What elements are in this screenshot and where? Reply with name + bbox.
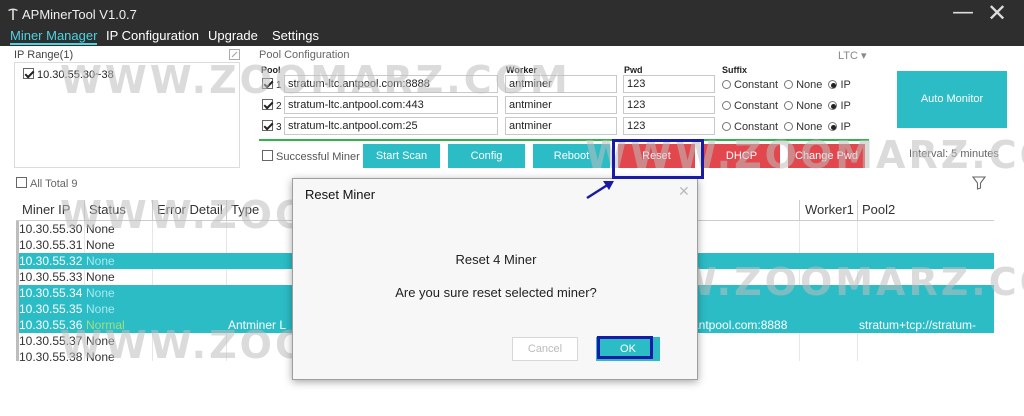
col-type[interactable]: Type [231, 200, 259, 220]
pool-config-label: Pool Configuration [259, 49, 350, 61]
pool-2-suffix: Constant None IP [722, 100, 851, 112]
close-window-button[interactable]: ✕ [980, 1, 1014, 27]
successful-miner-filter[interactable]: Successful Miner [262, 150, 360, 163]
suffix-header: Suffix [722, 65, 748, 75]
pool-3-suffix: Constant None IP [722, 121, 851, 133]
dialog-close-icon[interactable]: ✕ [678, 183, 690, 200]
interval-label: Interval: 5 minutes [909, 148, 999, 160]
pool-2-worker-input[interactable]: antminer [505, 96, 617, 114]
window-title: APMinerTool V1.0.7 [22, 7, 137, 22]
change-pwd-button[interactable]: Change Pwd [788, 144, 865, 168]
pool-1-checkbox[interactable] [262, 78, 273, 89]
menu-upgrade[interactable]: Upgrade [208, 28, 258, 45]
pool-2-pwd-input[interactable]: 123 [623, 96, 715, 114]
col-status[interactable]: Status [89, 200, 126, 220]
pool-3-checkbox[interactable] [262, 120, 273, 131]
pool-1-suffix-constant[interactable] [722, 80, 731, 89]
col-pool2[interactable]: Pool2 [862, 200, 895, 220]
row-indicator-bar [16, 221, 19, 361]
ip-range-label: IP Range(1) [14, 49, 74, 61]
dialog-title: Reset Miner [305, 187, 376, 202]
pool-1-url-input[interactable]: stratum-ltc.antpool.com:8888 [284, 75, 498, 93]
auto-monitor-button[interactable]: Auto Monitor [897, 71, 1007, 128]
edit-icon[interactable] [229, 49, 240, 60]
pool-3-suffix-none[interactable] [784, 122, 794, 131]
pool-3-url-input[interactable]: stratum-ltc.antpool.com:25 [284, 117, 498, 135]
pool-1-pwd-input[interactable]: 123 [623, 75, 715, 93]
pickaxe-icon [8, 8, 18, 20]
pool-3-worker-input[interactable]: antminer [505, 117, 617, 135]
menu-ip-configuration[interactable]: IP Configuration [106, 28, 199, 45]
progress-line [259, 139, 869, 141]
pool-3-pwd-input[interactable]: 123 [623, 117, 715, 135]
reboot-button[interactable]: Reboot [533, 144, 610, 168]
menu-settings[interactable]: Settings [272, 28, 319, 45]
reset-highlight-box [612, 139, 704, 179]
worker-header: Worker [506, 65, 537, 75]
pool-header: Pool [261, 65, 281, 75]
pool-1-suffix-ip[interactable] [828, 80, 838, 89]
ip-range-list: 10.30.55.30~38 [14, 62, 240, 168]
ip-range-item[interactable]: 10.30.55.30~38 [23, 68, 114, 81]
ok-highlight-box [597, 336, 653, 359]
pool-2-suffix-constant[interactable] [722, 101, 731, 110]
pool-2-checkbox[interactable] [262, 99, 273, 110]
successful-miner-checkbox[interactable] [262, 150, 273, 161]
select-all[interactable]: All Total 9 [16, 177, 78, 190]
pool-1-suffix: Constant None IP [722, 79, 851, 91]
pool-2-suffix-none[interactable] [784, 101, 794, 110]
start-scan-button[interactable]: Start Scan [363, 144, 440, 168]
pool-2-url-input[interactable]: stratum-ltc.antpool.com:443 [284, 96, 498, 114]
select-all-checkbox[interactable] [16, 177, 27, 188]
pool-1-worker-input[interactable]: antminer [505, 75, 617, 93]
ip-range-checkbox[interactable] [23, 68, 34, 79]
pwd-header: Pwd [624, 65, 643, 75]
pool-3-suffix-constant[interactable] [722, 122, 731, 131]
menu-miner-manager[interactable]: Miner Manager [10, 28, 98, 45]
annotation-arrow-icon [586, 181, 614, 200]
col-worker1[interactable]: Worker1 [805, 200, 854, 220]
filter-icon[interactable] [972, 176, 986, 190]
menu-bar: Miner Manager IP Configuration Upgrade S… [0, 28, 1024, 46]
cancel-button[interactable]: Cancel [512, 337, 578, 361]
dialog-message-confirm: Are you sure reset selected miner? [395, 285, 597, 300]
pool-2-suffix-ip[interactable] [828, 101, 838, 110]
pool-3-suffix-ip[interactable] [828, 122, 838, 131]
dhcp-button[interactable]: DHCP [703, 144, 780, 168]
config-button[interactable]: Config [448, 144, 525, 168]
title-bar: APMinerTool V1.0.7 — ✕ [0, 0, 1024, 28]
col-miner-ip[interactable]: Miner IP [22, 200, 70, 220]
coin-select[interactable]: LTC ▾ [838, 49, 867, 62]
minimize-button[interactable]: — [946, 1, 980, 27]
dialog-message-count: Reset 4 Miner [455, 252, 537, 267]
chevron-down-icon: ▾ [861, 50, 867, 62]
pool-1-suffix-none[interactable] [784, 80, 794, 89]
col-error-detail[interactable]: Error Detail [157, 200, 223, 220]
